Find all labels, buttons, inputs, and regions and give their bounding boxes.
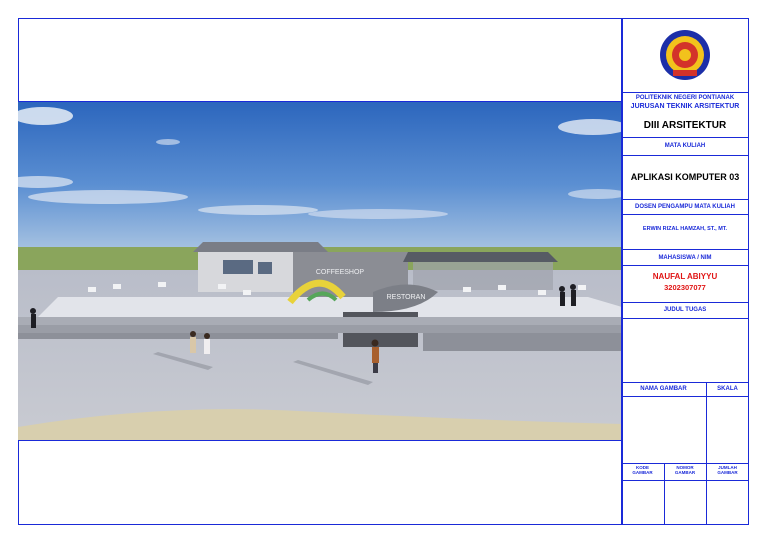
drawing-name-label: NAMA GAMBAR (640, 386, 687, 392)
student-id: 3202307077 (664, 283, 706, 292)
politeknik-logo-icon (660, 30, 710, 80)
drawing-number-label: NOMOR GAMBAR (674, 465, 696, 475)
department-name: JURUSAN TEKNIK ARSITEKTUR (630, 103, 740, 110)
coffeeshop-sign: COFFEESHOP (316, 269, 365, 276)
student-label: MAHASISWA / NIM (658, 255, 712, 261)
student-name: NAUFAL ABIYYU (652, 272, 718, 281)
restoran-sign: RESTORAN (387, 294, 426, 301)
drawing-code-label: KODE GAMBAR (632, 465, 653, 475)
lecturer-name: ERWIN RIZAL HAMZAH, ST., MT. (642, 226, 728, 232)
architectural-render: COFFEESHOP RESTORAN (18, 101, 622, 441)
assignment-label: JUDUL TUGAS (663, 307, 707, 313)
program-name: DIII ARSITEKTUR (643, 120, 727, 131)
scale-label: SKALA (717, 386, 738, 392)
course-label: MATA KULIAH (664, 143, 706, 149)
course-name: APLIKASI KOMPUTER 03 (630, 172, 740, 182)
lecturer-label: DOSEN PENGAMPU MATA KULIAH (635, 204, 735, 210)
institution-name: POLITEKNIK NEGERI PONTIANAK (635, 95, 735, 101)
drawing-count-label: JUMLAH GAMBAR (717, 465, 738, 475)
